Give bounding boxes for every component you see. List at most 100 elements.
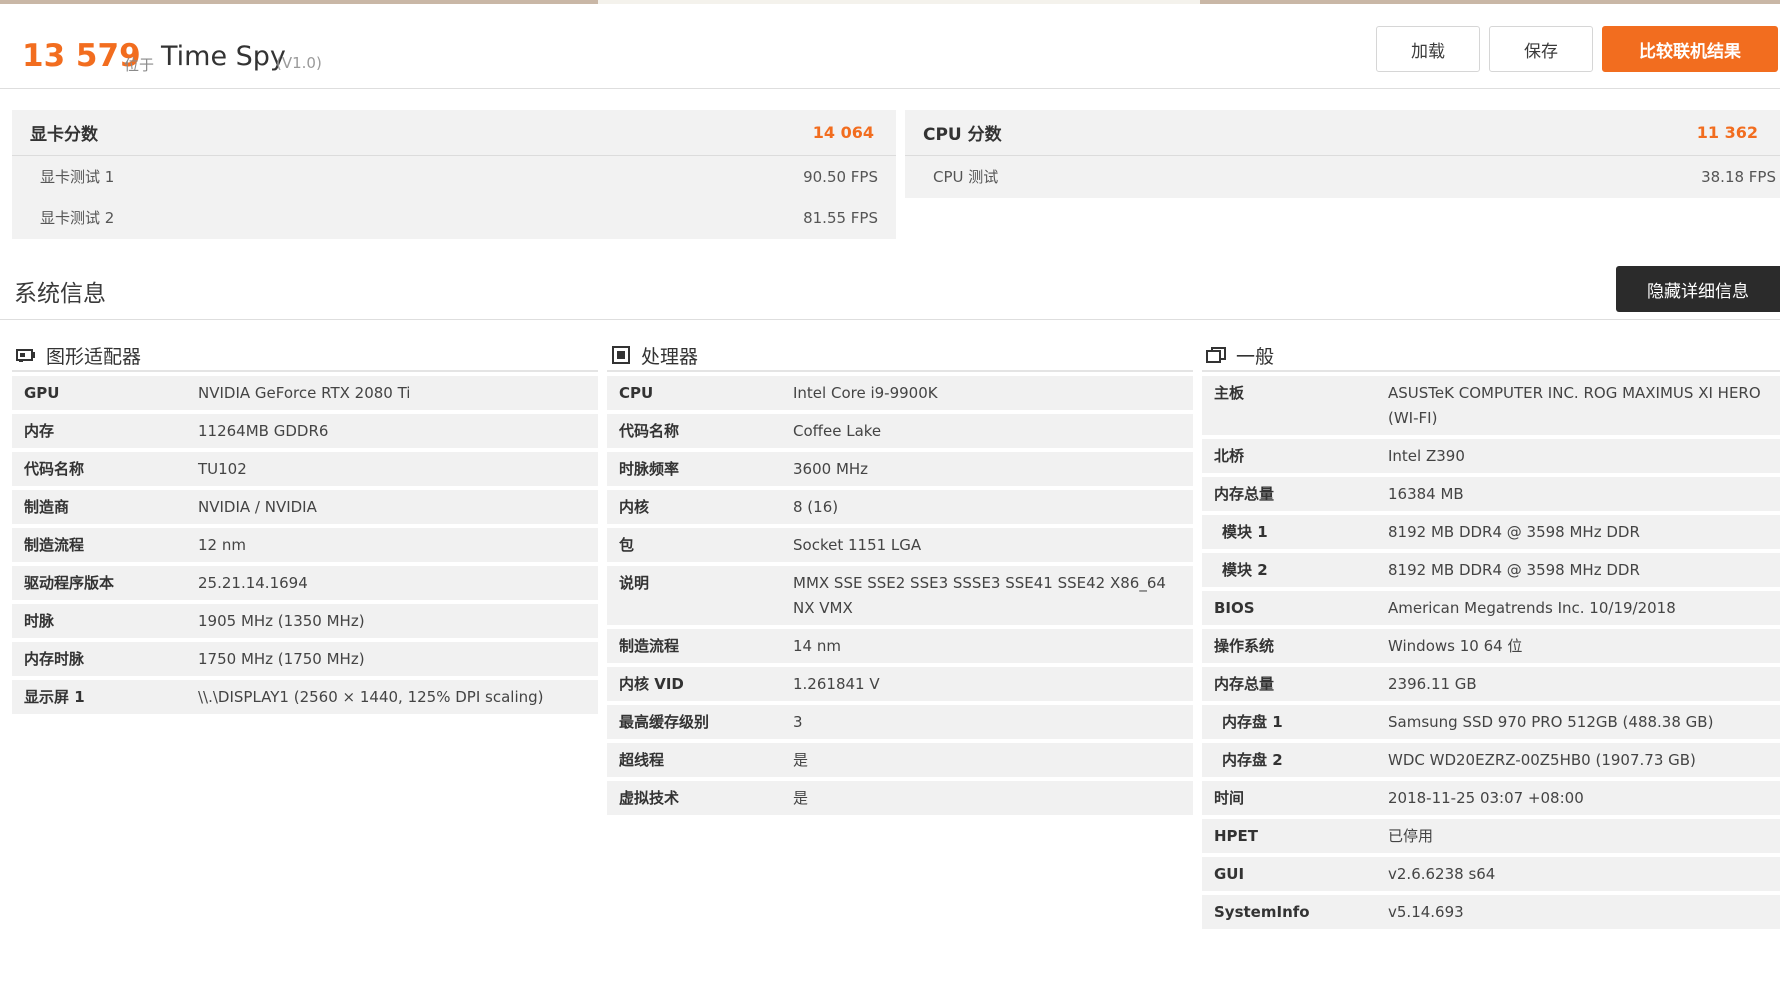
info-row: 代码名称 TU102: [12, 452, 598, 486]
gpu-test-row: 显卡测试 2 81.55 FPS: [12, 197, 896, 238]
info-value: 25.21.14.1694: [198, 574, 308, 592]
graphics-adapter-column: 图形适配器 GPU NVIDIA GeForce RTX 2080 Ti 内存 112…: [12, 340, 598, 718]
info-row: 内核 VID 1.261841 V: [607, 667, 1193, 701]
info-value: 8192 MB DDR4 @ 3598 MHz DDR: [1388, 523, 1640, 541]
cpu-score-title: CPU 分数: [923, 125, 1002, 145]
info-key: 北桥: [1214, 447, 1245, 465]
gpu-test-label: 显卡测试 2: [40, 209, 115, 227]
info-value: 3: [793, 713, 803, 731]
cpu-score-value: 11 362: [1696, 123, 1758, 142]
info-row: 制造流程 12 nm: [12, 528, 598, 562]
info-key: 制造流程: [24, 536, 85, 554]
info-value: Coffee Lake: [793, 422, 882, 440]
general-column: 一般 主板 ASUSTeK COMPUTER INC. ROG MAXIMUS X…: [1202, 340, 1780, 933]
info-row: 虚拟技术 是: [607, 781, 1193, 815]
processor-column: 处理器 CPU Intel Core i9-9900K 代码名称 Coffee Lak…: [607, 340, 1193, 819]
info-key: 制造商: [24, 498, 70, 516]
info-row: 制造流程 14 nm: [607, 629, 1193, 663]
save-button[interactable]: 保存: [1489, 26, 1593, 72]
info-key: GUI: [1214, 865, 1245, 883]
info-row: 内存时脉 1750 MHz (1750 MHz): [12, 642, 598, 676]
cpu-test-row: CPU 测试 38.18 FPS: [905, 156, 1780, 197]
gpu-test-row: 显卡测试 1 90.50 FPS: [12, 156, 896, 197]
info-key: 内存盘 2: [1222, 751, 1283, 769]
info-key: 操作系统: [1214, 637, 1275, 655]
info-key: 模块 1: [1222, 523, 1268, 541]
info-key: 内核: [619, 498, 650, 516]
info-key: 时间: [1214, 789, 1245, 807]
info-key: 内核 VID: [619, 675, 684, 693]
info-value: 8 (16): [793, 498, 839, 516]
info-row: 内存总量 2396.11 GB: [1202, 667, 1780, 701]
info-value: 是: [793, 789, 809, 807]
info-value: 3600 MHz: [793, 460, 869, 478]
info-row: 内存总量 16384 MB: [1202, 477, 1780, 511]
general-rows: 主板 ASUSTeK COMPUTER INC. ROG MAXIMUS XI H…: [1202, 376, 1780, 929]
info-key: 包: [619, 536, 635, 554]
info-row: CPU Intel Core i9-9900K: [607, 376, 1193, 410]
info-key: 内存盘 1: [1222, 713, 1283, 731]
graphics-adapter-title: 图形适配器: [46, 345, 142, 368]
gpu-test-value: 81.55 FPS: [803, 208, 878, 227]
test-version: (V1.0): [276, 54, 322, 72]
info-value: 16384 MB: [1388, 485, 1464, 503]
info-value: TU102: [198, 460, 247, 478]
info-row: 时脉 1905 MHz (1350 MHz): [12, 604, 598, 638]
info-key: SystemInfo: [1214, 903, 1310, 921]
info-value: 12 nm: [198, 536, 246, 554]
info-value: Socket 1151 LGA: [793, 536, 922, 554]
overall-score: 13 579: [22, 38, 141, 74]
info-row: GPU NVIDIA GeForce RTX 2080 Ti: [12, 376, 598, 410]
hide-details-button[interactable]: 隐藏详细信息: [1616, 266, 1780, 312]
cpu-rows: CPU Intel Core i9-9900K 代码名称 Coffee Lake 时脉频…: [607, 376, 1193, 815]
load-button[interactable]: 加载: [1376, 26, 1480, 72]
info-value: Samsung SSD 970 PRO 512GB (488.38 GB): [1388, 713, 1714, 731]
info-value: 8192 MB DDR4 @ 3598 MHz DDR: [1388, 561, 1640, 579]
info-key: CPU: [619, 384, 654, 402]
info-row: 操作系统 Windows 10 64 位: [1202, 629, 1780, 663]
test-name: Time Spy: [161, 41, 286, 72]
info-row: 北桥 Intel Z390: [1202, 439, 1780, 473]
info-value: 14 nm: [793, 637, 841, 655]
info-value: American Megatrends Inc. 10/19/2018: [1388, 599, 1676, 617]
info-key: 超线程: [619, 751, 665, 769]
info-row: HPET 已停用: [1202, 819, 1780, 853]
info-value: 1905 MHz (1350 MHz): [198, 612, 365, 630]
info-value: ASUSTeK COMPUTER INC. ROG MAXIMUS XI HER…: [1388, 384, 1761, 427]
cpu-chip-icon: [611, 346, 631, 364]
info-value: Windows 10 64 位: [1388, 637, 1523, 655]
info-key: 内存总量: [1214, 675, 1275, 693]
info-row: 最高缓存级别 3: [607, 705, 1193, 739]
info-value: WDC WD20EZRZ-00Z5HB0 (1907.73 GB): [1388, 751, 1696, 769]
info-row: 模块 1 8192 MB DDR4 @ 3598 MHz DDR: [1202, 515, 1780, 549]
gpu-score-value: 14 064: [812, 123, 874, 142]
info-row: 驱动程序版本 25.21.14.1694: [12, 566, 598, 600]
info-value: 已停用: [1388, 827, 1434, 845]
info-row: 内存盘 1 Samsung SSD 970 PRO 512GB (488.38 G…: [1202, 705, 1780, 739]
info-row: GUI v2.6.6238 s64: [1202, 857, 1780, 891]
info-value: Intel Z390: [1388, 447, 1465, 465]
info-key: BIOS: [1214, 599, 1255, 617]
info-row: 内核 8 (16): [607, 490, 1193, 524]
info-key: 时脉: [24, 612, 55, 630]
info-value: v5.14.693: [1388, 903, 1464, 921]
info-value: 是: [793, 751, 809, 769]
info-row: BIOS American Megatrends Inc. 10/19/2018: [1202, 591, 1780, 625]
info-value: Intel Core i9-9900K: [793, 384, 938, 402]
info-key: 制造流程: [619, 637, 680, 655]
info-value: 2396.11 GB: [1388, 675, 1477, 693]
info-key: 显示屏 1: [24, 688, 85, 706]
at-label: 位于: [124, 56, 155, 74]
info-key: 内存总量: [1214, 485, 1275, 503]
info-row: 超线程 是: [607, 743, 1193, 777]
info-row: 内存 11264MB GDDR6: [12, 414, 598, 448]
info-key: GPU: [24, 384, 60, 402]
info-value: 2018-11-25 03:07 +08:00: [1388, 789, 1584, 807]
info-key: 代码名称: [619, 422, 680, 440]
info-key: 最高缓存级别: [619, 713, 710, 731]
gpu-test-label: 显卡测试 1: [40, 168, 115, 186]
compare-online-button[interactable]: 比较联机结果: [1602, 26, 1778, 72]
gpu-rows: GPU NVIDIA GeForce RTX 2080 Ti 内存 11264MB G…: [12, 376, 598, 714]
info-key: 说明: [619, 574, 650, 592]
info-row: 说明 MMX SSE SSE2 SSE3 SSSE3 SSE41 SSE42 X8…: [607, 566, 1193, 625]
